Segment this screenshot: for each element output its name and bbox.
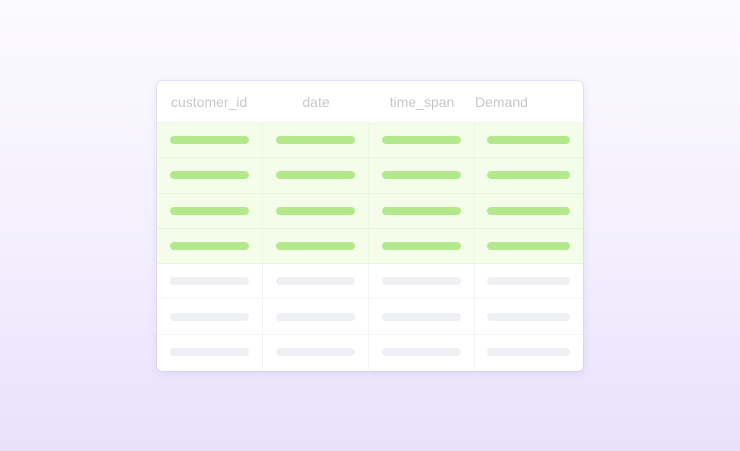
table-cell	[263, 264, 369, 299]
table-cell	[475, 229, 583, 263]
table-cell	[475, 335, 583, 370]
highlighted-value-bar	[382, 242, 461, 251]
placeholder-value-bar	[276, 348, 355, 357]
column-header-customer-id[interactable]: customer_id	[157, 94, 263, 110]
highlighted-value-bar	[382, 171, 461, 180]
table-header: customer_id date time_span Demand	[157, 81, 583, 123]
table-cell	[263, 193, 369, 228]
table-cell	[369, 264, 475, 299]
column-header-time-span[interactable]: time_span	[369, 94, 475, 110]
highlighted-table-row[interactable]	[157, 123, 583, 159]
table-cell	[263, 228, 369, 264]
highlighted-table-row[interactable]	[157, 228, 583, 265]
placeholder-table-row[interactable]	[157, 299, 583, 335]
table-cell	[157, 334, 263, 371]
table-cell	[475, 264, 583, 298]
placeholder-value-bar	[382, 348, 461, 357]
highlighted-table-row[interactable]	[157, 158, 583, 194]
table-cell	[263, 158, 369, 193]
highlighted-value-bar	[382, 206, 461, 215]
highlighted-value-bar	[487, 136, 570, 145]
placeholder-value-bar	[170, 312, 249, 321]
highlighted-value-bar	[487, 206, 570, 215]
table-cell	[157, 158, 263, 193]
table-cell	[369, 228, 475, 264]
placeholder-value-bar	[382, 312, 461, 321]
placeholder-value-bar	[170, 277, 249, 286]
table-cell	[475, 299, 583, 333]
table-cell	[369, 334, 475, 371]
highlighted-value-bar	[276, 242, 355, 251]
placeholder-value-bar	[276, 277, 355, 286]
highlighted-value-bar	[276, 136, 355, 145]
highlighted-value-bar	[276, 171, 355, 180]
placeholder-value-bar	[487, 312, 570, 321]
table-cell	[369, 158, 475, 193]
highlighted-value-bar	[170, 242, 249, 251]
placeholder-table-row[interactable]	[157, 334, 583, 371]
table-cell	[263, 123, 369, 158]
table-cell	[369, 123, 475, 158]
highlighted-value-bar	[170, 171, 249, 180]
column-header-date[interactable]: date	[263, 94, 369, 110]
placeholder-value-bar	[276, 312, 355, 321]
table-cell	[475, 158, 583, 192]
data-table: customer_id date time_span Demand	[157, 81, 583, 371]
table-cell	[157, 264, 263, 299]
table-body	[157, 123, 583, 371]
highlighted-value-bar	[170, 206, 249, 215]
placeholder-value-bar	[487, 277, 570, 286]
placeholder-table-row[interactable]	[157, 264, 583, 300]
highlighted-value-bar	[276, 206, 355, 215]
highlighted-value-bar	[170, 136, 249, 145]
table-cell	[157, 193, 263, 228]
highlighted-value-bar	[487, 242, 570, 251]
table-cell	[475, 194, 583, 228]
highlighted-table-row[interactable]	[157, 193, 583, 229]
column-header-demand[interactable]: Demand	[475, 94, 583, 110]
highlighted-value-bar	[487, 171, 570, 180]
table-cell	[369, 193, 475, 228]
table-cell	[157, 123, 263, 158]
table-cell	[157, 228, 263, 264]
table-cell	[263, 299, 369, 334]
table-cell	[157, 299, 263, 334]
table-cell	[475, 123, 583, 157]
table-cell	[369, 299, 475, 334]
table-cell	[263, 334, 369, 371]
placeholder-value-bar	[170, 348, 249, 357]
placeholder-value-bar	[487, 348, 570, 357]
placeholder-value-bar	[382, 277, 461, 286]
highlighted-value-bar	[382, 136, 461, 145]
